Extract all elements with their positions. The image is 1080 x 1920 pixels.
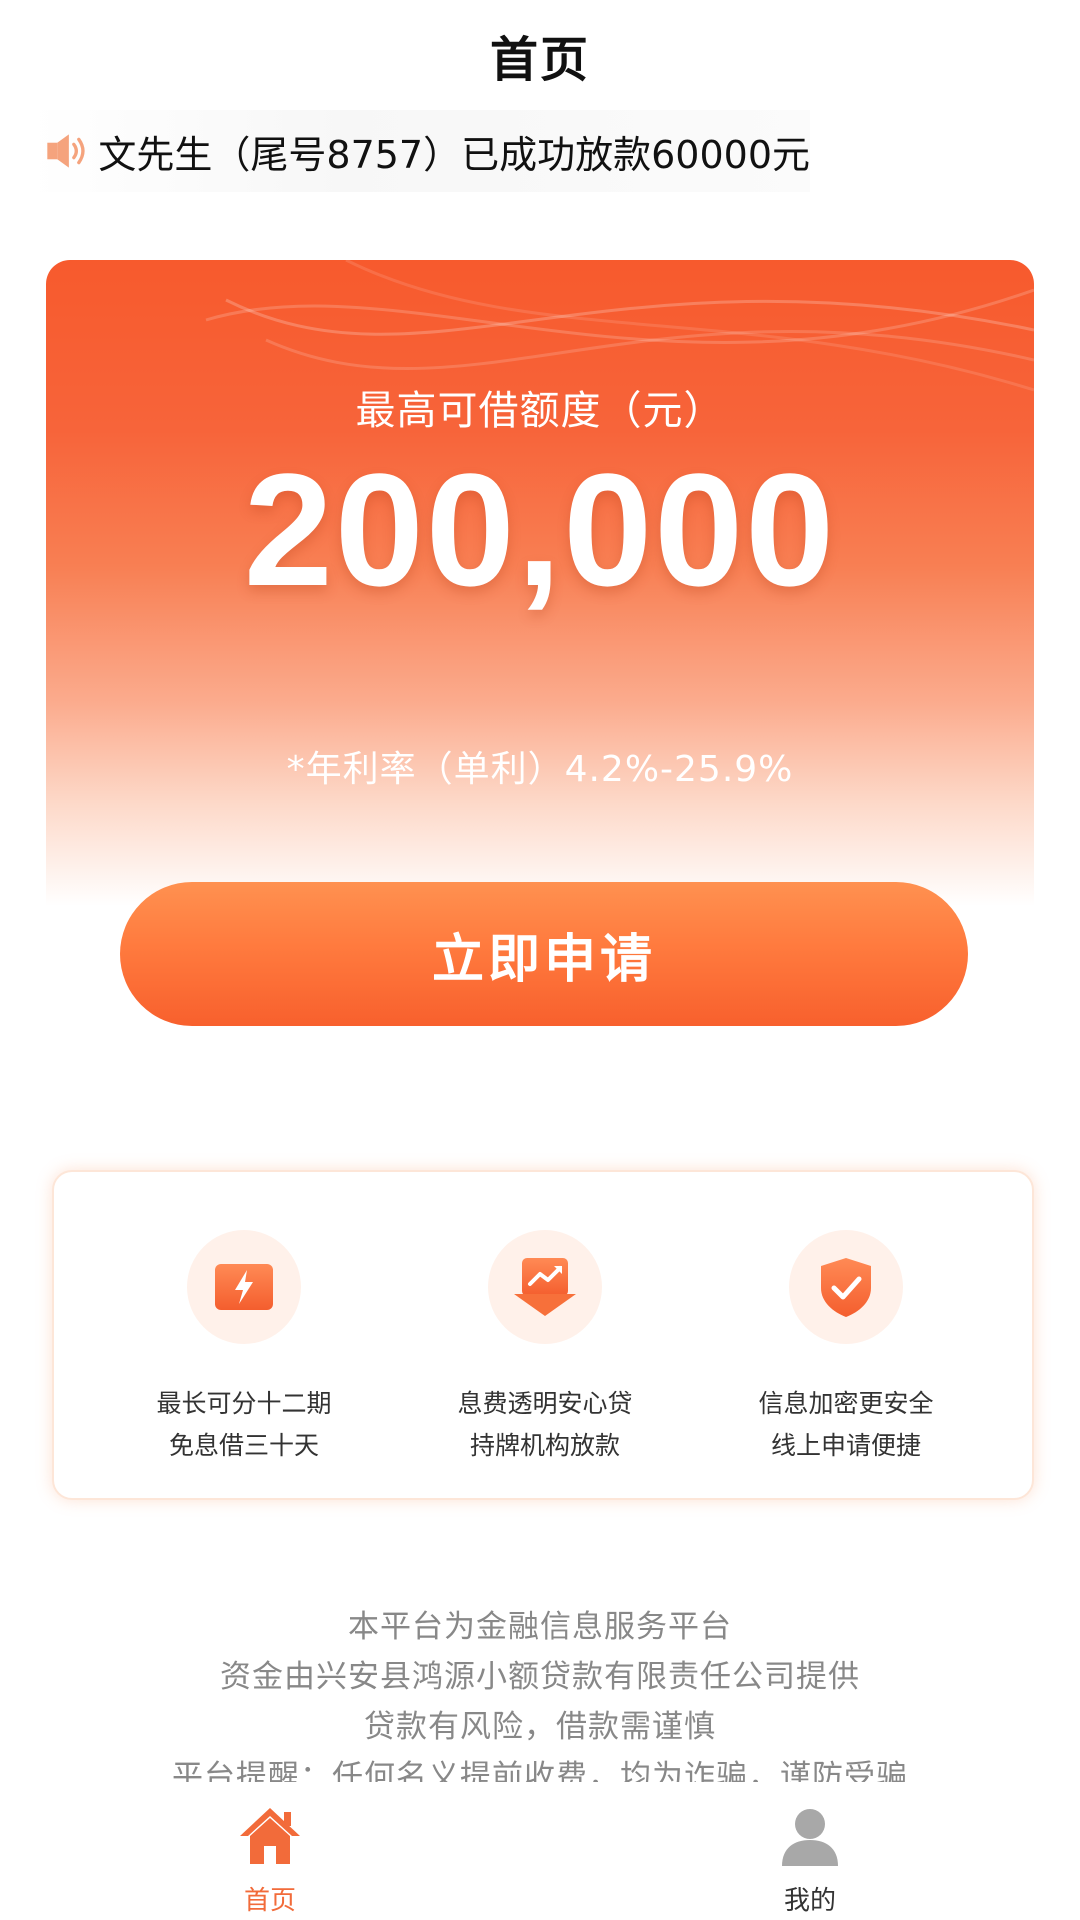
tab-label-mine: 我的	[783, 1886, 836, 1916]
tab-mine[interactable]: 我的	[710, 1782, 910, 1920]
feature-item-installment: 最长可分十二期 免息借三十天	[94, 1172, 394, 1502]
speaker-icon	[47, 134, 85, 168]
home-icon	[240, 1808, 300, 1864]
feature-line-1: 信息加密更安全	[758, 1389, 934, 1418]
feature-line-1: 最长可分十二期	[156, 1389, 332, 1418]
feature-item-transparent: 息费透明安心贷 持牌机构放款	[395, 1172, 695, 1502]
disclaimer-line: 本平台为金融信息服务平台	[348, 1609, 732, 1645]
feature-line-2: 持牌机构放款	[469, 1431, 620, 1460]
page-title: 首页	[489, 32, 590, 88]
apply-now-button[interactable]: 立即申请	[120, 882, 968, 1026]
features-card: 最长可分十二期 免息借三十天 息费透明安心贷 持牌机构放款 信息加密更安全 线上…	[52, 1170, 1034, 1500]
feature-line-2: 线上申请便捷	[770, 1431, 921, 1460]
lightning-card-icon	[215, 1264, 273, 1310]
feature-icon-bg	[187, 1230, 301, 1344]
credit-limit-card: 最高可借额度（元） 200,000 *年利率（单利）4.2%-25.9%	[46, 260, 1034, 940]
disclaimer-line: 贷款有风险，借款需谨慎	[364, 1709, 716, 1745]
feature-icon-bg	[789, 1230, 903, 1344]
disclaimer-line: 资金由兴安县鸿源小额贷款有限责任公司提供	[220, 1659, 860, 1695]
shield-check-icon	[821, 1258, 871, 1317]
feature-line-2: 免息借三十天	[168, 1431, 319, 1460]
tab-label-home: 首页	[243, 1886, 296, 1916]
disclaimer: 本平台为金融信息服务平台 资金由兴安县鸿源小额贷款有限责任公司提供 贷款有风险，…	[0, 1602, 1080, 1802]
header: 首页	[0, 0, 1080, 110]
feature-item-security: 信息加密更安全 线上申请便捷	[696, 1172, 996, 1502]
limit-amount: 200,000	[243, 440, 837, 619]
feature-line-1: 息费透明安心贷	[457, 1389, 633, 1418]
notice-bar: 文先生（尾号8757）已成功放款60000元	[30, 110, 810, 192]
user-icon	[782, 1809, 838, 1866]
notice-text: 文先生（尾号8757）已成功放款60000元	[98, 132, 810, 177]
limit-label: 最高可借额度（元）	[355, 388, 725, 434]
bottom-tab-bar: 首页 我的	[0, 1782, 1080, 1920]
interest-rate: *年利率（单利）4.2%-25.9%	[286, 749, 794, 790]
feature-icon-bg	[488, 1230, 602, 1344]
trend-down-arrow-icon	[514, 1258, 576, 1316]
home-page: 首页 文先生（尾号8757）已成功放款60000元 最高可借额度（元） 200,…	[0, 0, 1080, 1920]
tab-home[interactable]: 首页	[170, 1782, 370, 1920]
